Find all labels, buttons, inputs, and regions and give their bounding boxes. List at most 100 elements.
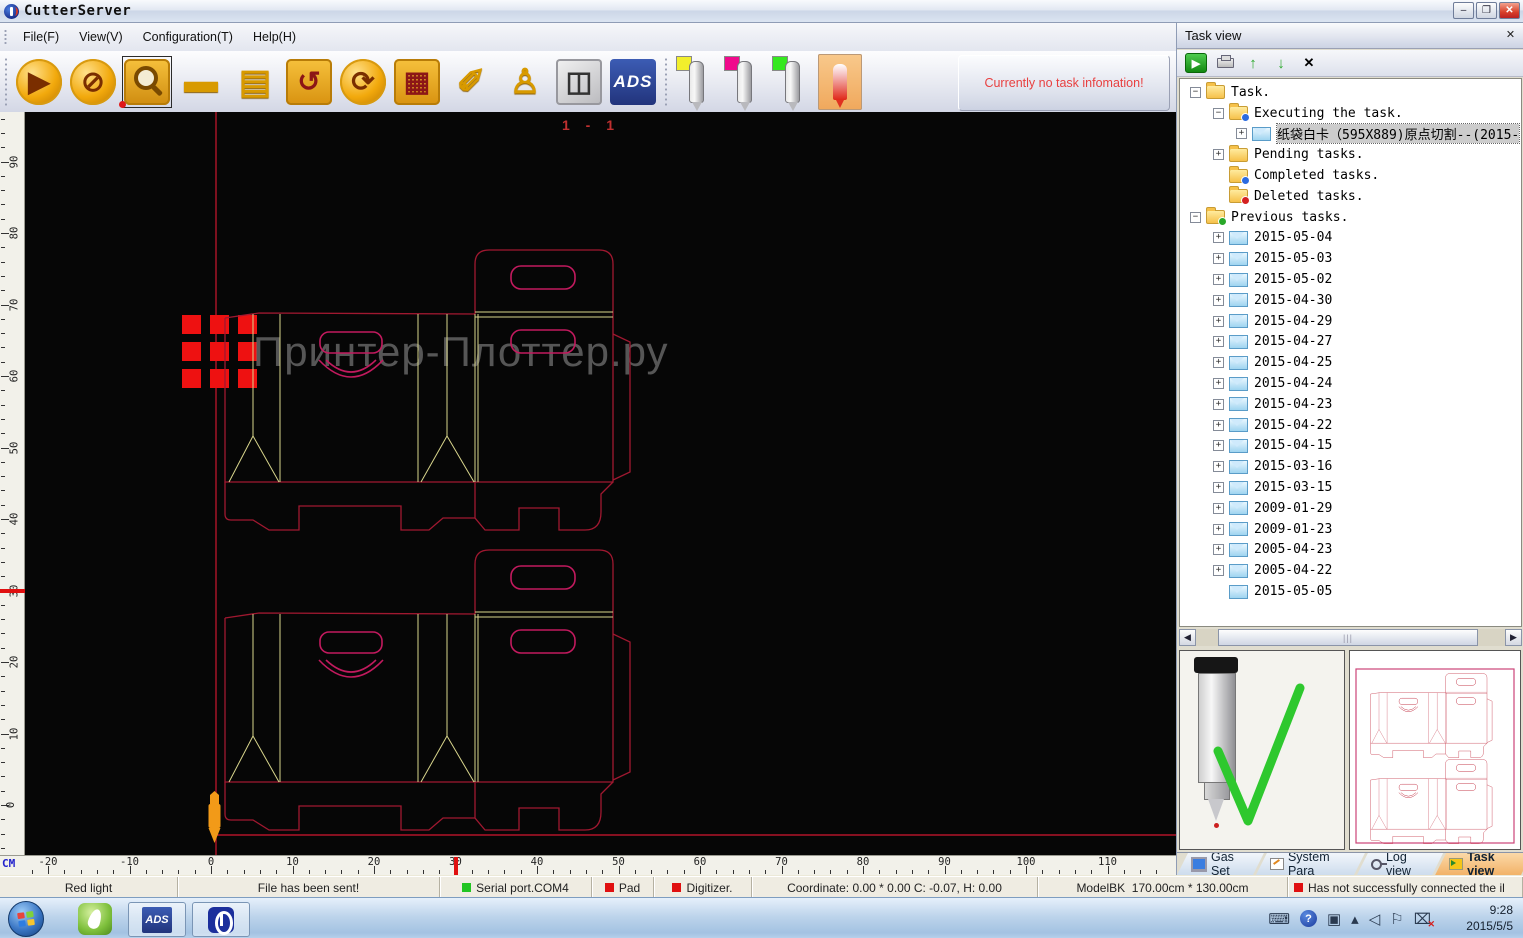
move-down-icon[interactable]: ↓: [1271, 54, 1291, 72]
tab-gas-set[interactable]: Gas Set: [1177, 853, 1264, 875]
tab-system-para[interactable]: System Para: [1256, 853, 1365, 875]
scroll-left-icon[interactable]: ◀: [1179, 629, 1196, 646]
disable-icon[interactable]: ⊘: [68, 56, 118, 108]
task-tree-item[interactable]: −Task.: [1180, 82, 1521, 103]
tree-expander-icon[interactable]: +: [1213, 336, 1224, 347]
tree-expander-icon[interactable]: +: [1213, 253, 1224, 264]
tab-task-view[interactable]: Task view: [1435, 853, 1523, 875]
tree-expander-icon[interactable]: +: [1213, 232, 1224, 243]
manual-move-icon[interactable]: ↺: [284, 56, 334, 108]
task-tree-item[interactable]: +2015-04-24: [1180, 373, 1521, 394]
help-icon[interactable]: ?: [1300, 910, 1317, 927]
tool-magenta-icon[interactable]: [722, 56, 766, 108]
start-task-icon[interactable]: ▶: [1185, 53, 1207, 73]
keyboard-icon[interactable]: ⌨: [1268, 910, 1290, 928]
tree-expander-icon[interactable]: +: [1213, 524, 1224, 535]
tree-expander-icon[interactable]: +: [1213, 482, 1224, 493]
task-tree-item[interactable]: +2015-04-29: [1180, 311, 1521, 332]
tab-log-view[interactable]: Log view: [1357, 853, 1443, 875]
network-error-icon[interactable]: ⌧: [1414, 910, 1431, 928]
tree-expander-icon[interactable]: +: [1213, 316, 1224, 327]
tree-expander-icon[interactable]: +: [1213, 399, 1224, 410]
rotate-z-icon[interactable]: ⟳: [338, 56, 388, 108]
active-pen-tool-icon[interactable]: [818, 56, 862, 108]
tree-expander-icon[interactable]: +: [1213, 544, 1224, 555]
task-tree-item[interactable]: +2009-01-29: [1180, 498, 1521, 519]
coreldraw-button[interactable]: [78, 903, 112, 935]
tree-expander-icon[interactable]: +: [1213, 565, 1224, 576]
task-tree-item[interactable]: Completed tasks.: [1180, 165, 1521, 186]
scrollbar-thumb[interactable]: |||: [1218, 629, 1478, 646]
cutterserver-app-button[interactable]: [192, 902, 250, 937]
task-tree-item[interactable]: +2015-05-03: [1180, 248, 1521, 269]
task-tree-item[interactable]: −Previous tasks.: [1180, 207, 1521, 228]
show-hidden-icons[interactable]: ▴: [1351, 910, 1359, 928]
v-ruler-label: 0: [5, 802, 17, 808]
task-tree-item[interactable]: +纸袋白卡（595X889)原点切割--(2015-: [1180, 124, 1521, 145]
task-tree-item[interactable]: +2015-04-25: [1180, 352, 1521, 373]
menu-item-1[interactable]: File(F): [13, 27, 69, 47]
task-tree-item[interactable]: +2005-04-22: [1180, 560, 1521, 581]
user-icon[interactable]: ♙: [500, 56, 550, 108]
tree-expander-icon[interactable]: +: [1213, 274, 1224, 285]
task-tree-item[interactable]: +2015-04-23: [1180, 394, 1521, 415]
tree-expander-icon[interactable]: +: [1213, 440, 1224, 451]
tree-expander-icon[interactable]: +: [1213, 420, 1224, 431]
run-icon[interactable]: ▶: [14, 56, 64, 108]
menu-item-4[interactable]: Help(H): [243, 27, 306, 47]
task-tree-item[interactable]: +2015-04-15: [1180, 436, 1521, 457]
start-button[interactable]: [8, 901, 44, 937]
task-tree-item[interactable]: +2015-04-30: [1180, 290, 1521, 311]
tree-expander-icon[interactable]: +: [1213, 378, 1224, 389]
close-button[interactable]: ✕: [1499, 2, 1520, 19]
flag-icon[interactable]: ⚐: [1390, 910, 1403, 928]
plumb-pen-icon[interactable]: ✐: [446, 56, 496, 108]
ads-app-button[interactable]: ADS: [128, 902, 186, 937]
task-tree-item[interactable]: +2015-03-15: [1180, 477, 1521, 498]
task-tree-item[interactable]: −Executing the task.: [1180, 103, 1521, 124]
task-tree-item[interactable]: +2015-05-02: [1180, 269, 1521, 290]
platen-icon[interactable]: ▬: [176, 56, 226, 108]
scroll-right-icon[interactable]: ▶: [1505, 629, 1522, 646]
task-tree-item[interactable]: +2005-04-23: [1180, 540, 1521, 561]
grid-origin-icon[interactable]: ▦: [392, 56, 442, 108]
task-mail-icon: [1229, 293, 1248, 307]
task-tree-item[interactable]: +2015-04-22: [1180, 415, 1521, 436]
comb-brush-icon[interactable]: ▤: [230, 56, 280, 108]
v-ruler-label: 40: [8, 513, 20, 526]
tree-expander-icon[interactable]: +: [1213, 295, 1224, 306]
restore-button[interactable]: ❐: [1476, 2, 1497, 19]
tree-expander-icon[interactable]: −: [1213, 108, 1224, 119]
task-tree-item[interactable]: +2015-05-04: [1180, 228, 1521, 249]
task-tree-item[interactable]: 2015-05-05: [1180, 581, 1521, 602]
switch-icon[interactable]: ◫: [554, 56, 604, 108]
print-icon[interactable]: [1215, 54, 1235, 72]
drawing-canvas[interactable]: 1 - 1 Принтер-Плоттер.ру: [25, 112, 1176, 855]
tool-yellow-icon[interactable]: [674, 56, 718, 108]
menu-item-2[interactable]: View(V): [69, 27, 133, 47]
task-tree-item[interactable]: +2009-01-23: [1180, 519, 1521, 540]
tree-expander-icon[interactable]: +: [1236, 128, 1247, 139]
tree-expander-icon[interactable]: +: [1213, 149, 1224, 160]
tree-expander-icon[interactable]: +: [1213, 461, 1224, 472]
task-tree-item[interactable]: +2015-04-27: [1180, 332, 1521, 353]
window-switch-icon[interactable]: ▣: [1327, 910, 1341, 928]
delete-task-icon[interactable]: ✕: [1299, 54, 1319, 72]
menu-item-3[interactable]: Configuration(T): [133, 27, 243, 47]
minimize-button[interactable]: –: [1453, 2, 1474, 19]
tree-expander-icon[interactable]: +: [1213, 357, 1224, 368]
task-panel-close-icon[interactable]: ✕: [1502, 27, 1519, 44]
move-up-icon[interactable]: ↑: [1243, 54, 1263, 72]
tree-expander-icon[interactable]: −: [1190, 212, 1201, 223]
tree-expander-icon[interactable]: +: [1213, 503, 1224, 514]
tool-green-icon[interactable]: [770, 56, 814, 108]
volume-icon[interactable]: ◁: [1369, 910, 1381, 928]
tree-expander-icon[interactable]: −: [1190, 87, 1201, 98]
task-tree-scrollbar[interactable]: ◀ ||| ▶: [1179, 629, 1522, 646]
taskbar-clock[interactable]: 9:28 2015/5/5: [1466, 902, 1513, 934]
task-tree-item[interactable]: +Pending tasks.: [1180, 144, 1521, 165]
task-tree-item[interactable]: +2015-03-16: [1180, 456, 1521, 477]
ads-logo-icon[interactable]: ADS: [608, 56, 658, 108]
task-tree-item[interactable]: Deleted tasks.: [1180, 186, 1521, 207]
zoom-preview-icon[interactable]: [122, 56, 172, 108]
